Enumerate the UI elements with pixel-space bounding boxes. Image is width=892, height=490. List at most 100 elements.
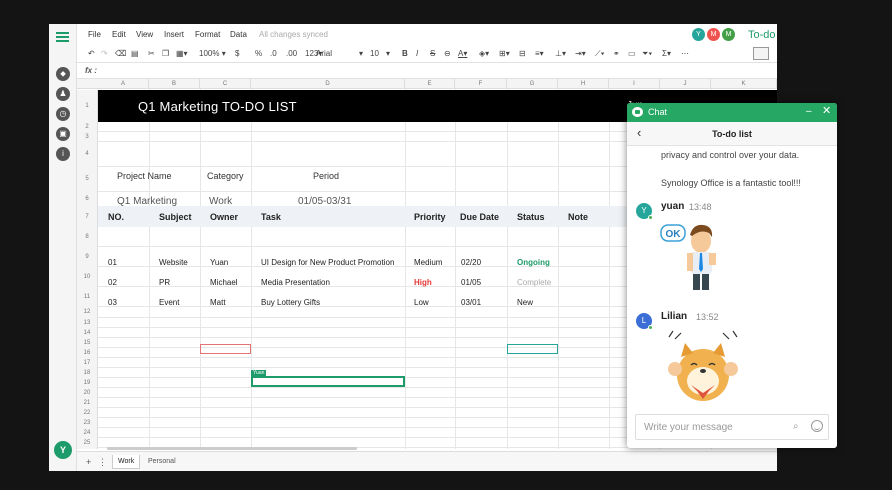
row-header[interactable]: 26 bbox=[77, 448, 98, 449]
paint-format-icon[interactable]: ▤ bbox=[131, 49, 139, 59]
text-wrap-icon[interactable]: ⇥▾ bbox=[575, 49, 586, 59]
hamburger-menu-icon[interactable] bbox=[56, 32, 69, 42]
collaborator-avatar[interactable]: Y bbox=[692, 28, 705, 41]
user-avatar[interactable]: Y bbox=[54, 441, 72, 459]
header-subject[interactable]: Subject bbox=[159, 212, 192, 222]
attachment-icon[interactable]: ⌕ bbox=[793, 421, 799, 432]
row-header[interactable]: 11 bbox=[77, 287, 98, 307]
task-due-date[interactable]: 03/01 bbox=[461, 298, 481, 307]
zoom-select[interactable]: 100% ▾ bbox=[199, 49, 226, 59]
row-header[interactable]: 2 bbox=[77, 122, 98, 132]
clear-format-icon[interactable]: ⌫ bbox=[115, 49, 126, 59]
copy-icon[interactable]: ❐ bbox=[162, 49, 169, 59]
task-description[interactable]: UI Design for New Product Promotion bbox=[261, 258, 394, 267]
emoji-icon[interactable] bbox=[811, 420, 823, 432]
insert-link-icon[interactable]: ⚭ bbox=[613, 49, 620, 59]
header-due-date[interactable]: Due Date bbox=[460, 212, 499, 222]
row-header[interactable]: 18 bbox=[77, 368, 98, 378]
column-header[interactable]: H bbox=[558, 79, 609, 89]
row-header[interactable]: 7 bbox=[77, 207, 98, 227]
undo-icon[interactable]: ↶ bbox=[88, 49, 95, 59]
task-no[interactable]: 01 bbox=[108, 258, 117, 267]
task-owner[interactable]: Matt bbox=[210, 298, 226, 307]
row-header[interactable]: 3 bbox=[77, 132, 98, 142]
task-subject[interactable]: Event bbox=[159, 298, 179, 307]
row-header[interactable]: 9 bbox=[77, 247, 98, 267]
insert-comment-icon[interactable]: ▭ bbox=[628, 49, 636, 59]
row-header[interactable]: 12 bbox=[77, 307, 98, 318]
header-owner[interactable]: Owner bbox=[210, 212, 238, 222]
column-header[interactable]: E bbox=[405, 79, 455, 89]
header-status[interactable]: Status bbox=[517, 212, 545, 222]
currency-button[interactable]: $ bbox=[235, 49, 239, 59]
task-priority[interactable]: Medium bbox=[414, 258, 442, 267]
column-header[interactable]: F bbox=[455, 79, 507, 89]
row-header[interactable]: 20 bbox=[77, 388, 98, 398]
row-header[interactable]: 17 bbox=[77, 358, 98, 368]
text-color-button[interactable]: A▾ bbox=[458, 49, 467, 59]
column-header[interactable]: J bbox=[660, 79, 711, 89]
collaborator-avatar[interactable]: M bbox=[722, 28, 735, 41]
minimize-icon[interactable]: – bbox=[806, 107, 812, 117]
task-priority[interactable]: High bbox=[414, 278, 432, 287]
row-header[interactable]: 4 bbox=[77, 142, 98, 167]
paste-icon[interactable]: ▦▾ bbox=[176, 49, 188, 59]
avatar[interactable]: L bbox=[636, 313, 653, 330]
italic-button[interactable]: I bbox=[416, 49, 418, 59]
increase-decimals-button[interactable]: .00 bbox=[286, 49, 297, 59]
tab-work[interactable]: Work bbox=[112, 455, 141, 469]
merge-cells-icon[interactable]: ⊟ bbox=[519, 49, 526, 59]
formula-bar[interactable]: fx : bbox=[77, 63, 777, 79]
task-description[interactable]: Buy Lottery Gifts bbox=[261, 298, 320, 307]
sidebar-toggle-icon[interactable] bbox=[753, 47, 769, 60]
header-priority[interactable]: Priority bbox=[414, 212, 446, 222]
more-icon[interactable]: ⋯ bbox=[681, 49, 689, 59]
task-subject[interactable]: PR bbox=[159, 278, 170, 287]
menu-format[interactable]: Format bbox=[195, 30, 220, 39]
cut-icon[interactable]: ✂ bbox=[148, 49, 155, 59]
horizontal-scrollbar[interactable] bbox=[107, 447, 357, 450]
column-header[interactable]: I bbox=[609, 79, 660, 89]
menu-file[interactable]: File bbox=[88, 30, 101, 39]
task-status[interactable]: Complete bbox=[517, 278, 551, 287]
row-header[interactable]: 19 bbox=[77, 378, 98, 388]
task-due-date[interactable]: 01/05 bbox=[461, 278, 481, 287]
sheet-menu-button[interactable]: ⋮ bbox=[98, 457, 107, 468]
message-input[interactable]: Write your message ⌕ bbox=[635, 414, 829, 440]
task-priority[interactable]: Low bbox=[414, 298, 429, 307]
collaborator-avatar[interactable]: M bbox=[707, 28, 720, 41]
row-header[interactable]: 21 bbox=[77, 398, 98, 408]
document-title[interactable]: To-do list★ bbox=[748, 28, 777, 41]
close-icon[interactable]: ✕ bbox=[822, 106, 831, 117]
menu-edit[interactable]: Edit bbox=[112, 30, 126, 39]
filter-icon[interactable]: ⏷▾ bbox=[642, 49, 652, 59]
task-subject[interactable]: Website bbox=[159, 258, 188, 267]
menu-insert[interactable]: Insert bbox=[164, 30, 184, 39]
row-header[interactable]: 1 bbox=[77, 90, 98, 122]
menu-data[interactable]: Data bbox=[230, 30, 247, 39]
row-header[interactable]: 13 bbox=[77, 318, 98, 328]
row-header[interactable]: 24 bbox=[77, 428, 98, 438]
align-horizontal-icon[interactable]: ≡▾ bbox=[535, 49, 544, 59]
font-size-select[interactable]: 10 ▾ bbox=[370, 49, 393, 59]
row-header[interactable]: 15 bbox=[77, 338, 98, 348]
project-name-label[interactable]: Project Name bbox=[117, 171, 172, 181]
tag-icon[interactable]: ⬥ bbox=[56, 67, 70, 81]
lock-icon[interactable]: ▣ bbox=[56, 127, 70, 141]
task-status[interactable]: Ongoing bbox=[517, 258, 550, 267]
redo-icon[interactable]: ↷ bbox=[101, 49, 108, 59]
task-no[interactable]: 02 bbox=[108, 278, 117, 287]
row-header[interactable]: 22 bbox=[77, 408, 98, 418]
header-no[interactable]: NO. bbox=[108, 212, 124, 222]
column-header[interactable]: A bbox=[98, 79, 149, 89]
row-header[interactable]: 8 bbox=[77, 227, 98, 247]
font-select[interactable]: Arial ▾ bbox=[316, 49, 364, 59]
row-header[interactable]: 16 bbox=[77, 348, 98, 358]
task-owner[interactable]: Michael bbox=[210, 278, 238, 287]
row-header[interactable]: 10 bbox=[77, 267, 98, 287]
active-cell-selection[interactable] bbox=[251, 376, 405, 387]
period-label[interactable]: Period bbox=[313, 171, 339, 181]
text-rotate-icon[interactable]: ⟋▾ bbox=[595, 49, 605, 59]
task-owner[interactable]: Yuan bbox=[210, 258, 228, 267]
column-header[interactable]: D bbox=[251, 79, 405, 89]
